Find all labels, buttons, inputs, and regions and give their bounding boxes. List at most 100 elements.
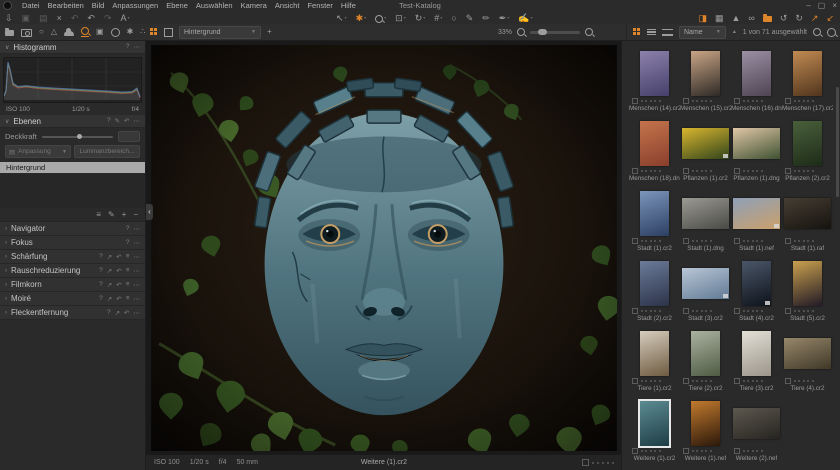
panel-header-icon-1[interactable]: ↗ bbox=[115, 309, 120, 317]
rating-dot[interactable] bbox=[650, 450, 652, 452]
panel-header-icon-0[interactable]: ? bbox=[107, 309, 111, 317]
panel-header-icon-3[interactable]: ≡ bbox=[126, 267, 130, 275]
thumbnail-image[interactable] bbox=[640, 261, 669, 306]
rating-dot[interactable] bbox=[641, 310, 643, 312]
help-icon[interactable]: ? bbox=[126, 43, 130, 51]
pick-checkbox[interactable] bbox=[632, 168, 638, 174]
rating-dot[interactable] bbox=[761, 240, 763, 242]
pick-checkbox[interactable] bbox=[734, 168, 740, 174]
rating-dot[interactable] bbox=[747, 310, 749, 312]
thumbnail-image[interactable] bbox=[742, 261, 771, 306]
layer-type-select[interactable]: ▤ Anpassung ▼ bbox=[5, 145, 71, 158]
thumbnail-image[interactable] bbox=[682, 128, 729, 159]
rating-dot[interactable] bbox=[692, 240, 694, 242]
pick-checkbox[interactable] bbox=[734, 98, 740, 104]
rating-dot[interactable] bbox=[752, 450, 754, 452]
panel-header-icon-0[interactable]: ? bbox=[99, 281, 103, 289]
rating-dot[interactable] bbox=[645, 100, 647, 102]
rating-dot[interactable] bbox=[743, 170, 745, 172]
pick-checkbox[interactable] bbox=[785, 168, 791, 174]
zoom-out-icon[interactable] bbox=[517, 28, 525, 36]
delete-icon[interactable]: × bbox=[57, 13, 62, 23]
rating-dot[interactable] bbox=[752, 170, 754, 172]
rating-dot[interactable] bbox=[645, 310, 647, 312]
layers-header-icon-0[interactable]: ? bbox=[107, 117, 111, 125]
rating-dot[interactable] bbox=[710, 240, 712, 242]
zoom-slider[interactable] bbox=[530, 31, 580, 34]
singleview-icon[interactable] bbox=[164, 28, 173, 37]
cursor-tool-icon[interactable]: ↖▾ bbox=[336, 13, 347, 23]
rating-dot[interactable] bbox=[710, 170, 712, 172]
panel-header-icon-2[interactable]: ↶ bbox=[116, 253, 121, 261]
rating-dot[interactable] bbox=[641, 100, 643, 102]
thumbnail-image[interactable] bbox=[793, 261, 822, 306]
rating-dot[interactable] bbox=[650, 240, 652, 242]
thumbnail-image[interactable] bbox=[691, 401, 720, 446]
panel-header-icon-1[interactable]: ⋯ bbox=[134, 239, 141, 247]
rating-dot[interactable] bbox=[696, 100, 698, 102]
rating-dot[interactable] bbox=[659, 100, 661, 102]
layer-tool-icon-2[interactable]: + bbox=[122, 210, 127, 219]
thumbnail-image[interactable] bbox=[640, 331, 669, 376]
opacity-slider-thumb[interactable] bbox=[77, 134, 82, 139]
rating-dot[interactable] bbox=[701, 100, 703, 102]
thumbnail-cell[interactable]: Tiere (2).cr2 bbox=[680, 329, 731, 399]
rating-dot[interactable] bbox=[761, 310, 763, 312]
tab-connect-icon[interactable]: ∴ bbox=[140, 27, 145, 37]
panel-header-icon-3[interactable]: ≡ bbox=[126, 253, 130, 261]
panel-header-icon-3[interactable]: ⋯ bbox=[134, 309, 141, 317]
menu-auswählen[interactable]: Auswählen bbox=[192, 1, 237, 10]
rating-dot[interactable] bbox=[696, 170, 698, 172]
rating-dot[interactable] bbox=[756, 170, 758, 172]
rating-dot[interactable] bbox=[592, 462, 594, 464]
panel-collapse-handle[interactable]: ‹ bbox=[146, 204, 153, 220]
thumbnail-cell[interactable]: Tiere (3).cr2 bbox=[731, 329, 782, 399]
layer-tool-icon-3[interactable]: − bbox=[133, 210, 138, 219]
thumbnail-cell[interactable]: Pflanzen (2).cr2 bbox=[782, 119, 833, 189]
layers-header-icon-2[interactable]: ↶ bbox=[124, 117, 129, 125]
rating-dot[interactable] bbox=[807, 170, 809, 172]
rating-dot[interactable] bbox=[607, 462, 609, 464]
thumbnail-image[interactable] bbox=[640, 401, 669, 446]
capture-icon[interactable]: ▣ bbox=[22, 13, 31, 23]
thumbnail-image[interactable] bbox=[784, 198, 831, 229]
more-icon[interactable]: ⋯ bbox=[134, 43, 141, 51]
rating-dot[interactable] bbox=[705, 100, 707, 102]
keystone-tool-icon[interactable]: #▾ bbox=[434, 13, 442, 23]
thumbnail-image[interactable] bbox=[733, 198, 780, 229]
panel-header-icon-0[interactable]: ? bbox=[99, 253, 103, 261]
rating-dot[interactable] bbox=[701, 450, 703, 452]
thumbnail-cell[interactable]: Weitere (1).cr2 bbox=[629, 399, 680, 469]
rating-dot[interactable] bbox=[807, 100, 809, 102]
rating-dot[interactable] bbox=[743, 100, 745, 102]
layer-tool-icon-1[interactable]: ✎ bbox=[108, 210, 115, 219]
rating-dot[interactable] bbox=[794, 170, 796, 172]
panel-header-icon-4[interactable]: ⋯ bbox=[134, 281, 141, 289]
undo-all-icon[interactable]: ↶ bbox=[71, 13, 79, 23]
layers-header-icon-1[interactable]: ✎ bbox=[115, 117, 120, 125]
rotate-right-icon[interactable]: ↻ bbox=[795, 13, 803, 23]
rating-dot[interactable] bbox=[794, 310, 796, 312]
pick-checkbox[interactable] bbox=[683, 238, 689, 244]
thumbnail-cell[interactable]: Tiere (1).cr2 bbox=[629, 329, 680, 399]
rating-dot[interactable] bbox=[756, 100, 758, 102]
attach-browser-icon[interactable]: ↙ bbox=[826, 13, 834, 23]
panel-header-icon-2[interactable]: ↶ bbox=[116, 281, 121, 289]
multiview-icon[interactable] bbox=[150, 28, 158, 36]
panel-header-icon-0[interactable]: ? bbox=[126, 239, 130, 247]
rating-dot[interactable] bbox=[659, 310, 661, 312]
rating-dot[interactable] bbox=[747, 380, 749, 382]
thumbnail-image[interactable] bbox=[640, 51, 669, 96]
rating-dot[interactable] bbox=[761, 450, 763, 452]
panel-fokus[interactable]: ›Fokus?⋯ bbox=[0, 236, 145, 250]
import-icon[interactable]: ⇩ bbox=[5, 13, 13, 23]
minimize-button[interactable]: – bbox=[806, 1, 810, 10]
close-button[interactable]: × bbox=[832, 1, 837, 10]
pick-checkbox[interactable] bbox=[734, 238, 740, 244]
pick-checkbox[interactable] bbox=[734, 308, 740, 314]
rating-dot[interactable] bbox=[654, 450, 656, 452]
rating-dot[interactable] bbox=[798, 310, 800, 312]
rating-dot[interactable] bbox=[752, 240, 754, 242]
opacity-slider[interactable] bbox=[42, 136, 113, 138]
rating-dot[interactable] bbox=[803, 380, 805, 382]
